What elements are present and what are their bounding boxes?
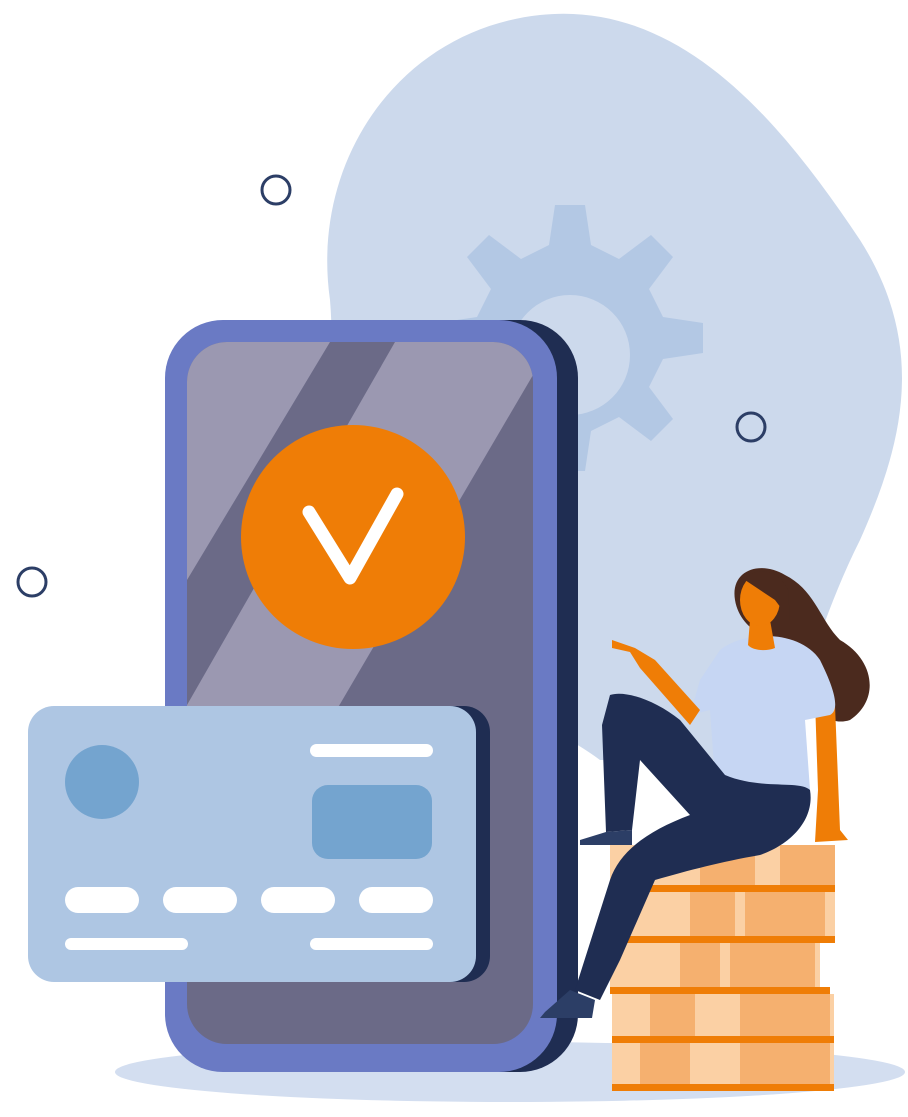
payment-illustration	[16, 13, 905, 1102]
card-chip-icon	[312, 785, 432, 859]
outline-circle	[16, 566, 48, 598]
card-logo-circle	[65, 745, 139, 819]
credit-card	[28, 706, 490, 982]
outline-circle	[260, 174, 292, 206]
confirmation-badge	[241, 425, 465, 649]
